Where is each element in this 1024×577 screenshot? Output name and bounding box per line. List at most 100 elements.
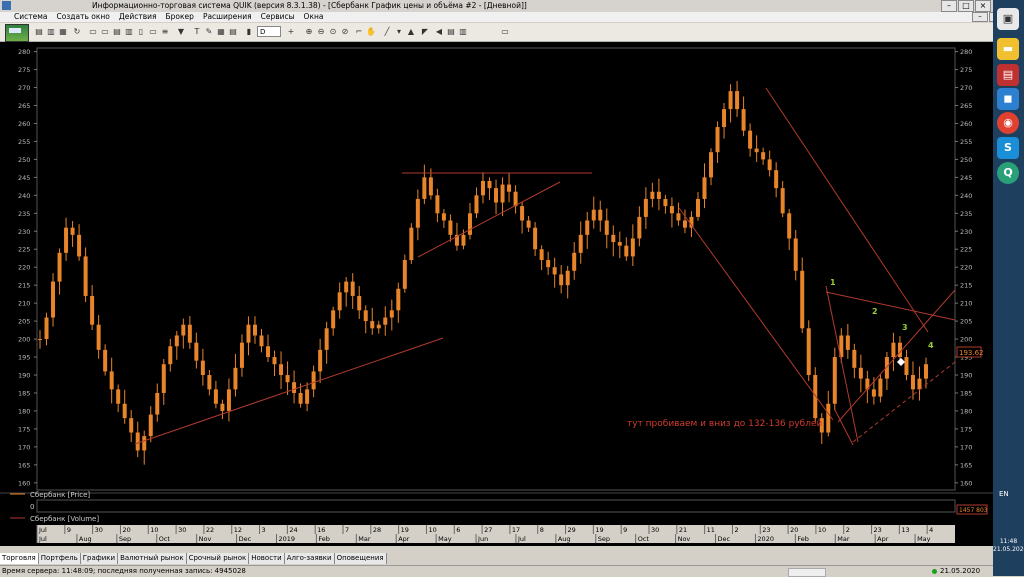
copy-icon[interactable]: ▥ — [46, 26, 56, 37]
tab-charts[interactable]: Графики — [80, 553, 119, 564]
candle-body — [174, 335, 179, 347]
line-tool-icon[interactable]: ╱ — [382, 26, 392, 37]
candle-body — [793, 238, 798, 271]
taskbar-app-red-icon[interactable]: ▤ — [997, 64, 1019, 86]
mdi-minimize-button[interactable]: – — [972, 12, 988, 22]
taskbar-app-icon[interactable]: ▣ — [997, 8, 1019, 30]
x-axis-day-label: 7 — [345, 526, 349, 534]
candle-body — [415, 198, 420, 228]
x-axis-day-label: 22 — [206, 526, 214, 534]
channel-tool-icon[interactable]: ▲ — [406, 26, 416, 37]
menu-actions[interactable]: Действия — [119, 12, 157, 22]
minimize-button[interactable]: – — [941, 0, 957, 12]
menu-windows[interactable]: Окна — [304, 12, 324, 22]
zoom-in-icon[interactable]: ⊕ — [304, 26, 314, 37]
x-axis-month-label: May — [917, 535, 931, 543]
menu-bar: Система Создать окно Действия Брокер Рас… — [0, 12, 993, 22]
candle-body — [728, 91, 733, 110]
table-icon[interactable]: ▤ — [112, 26, 122, 37]
menu-services[interactable]: Сервисы — [261, 12, 295, 22]
taskbar-quik-icon[interactable]: ◼ — [997, 88, 1019, 110]
ruler-icon[interactable]: ⌐ — [354, 26, 364, 37]
interval-select[interactable]: D — [257, 26, 281, 37]
close-button[interactable]: × — [975, 0, 991, 12]
zoom-reset-icon[interactable]: ⊘ — [340, 26, 350, 37]
taskbar-explorer-icon[interactable]: ▬ — [997, 38, 1019, 60]
x-axis-month-label: Jul — [38, 535, 47, 543]
taskbar-clock[interactable]: 11:48 21.05.2020 — [993, 538, 1024, 554]
tab-news[interactable]: Новости — [249, 553, 285, 564]
price-volume-chart[interactable]: 280 280275 275270 270265 265260 260255 255250 2… — [0, 42, 993, 546]
pan-icon[interactable]: ✋ — [366, 26, 376, 37]
y-tick-label-left: 185 — [18, 389, 30, 397]
list-icon[interactable]: ≡ — [160, 26, 170, 37]
candle-body — [142, 436, 147, 451]
tab-algo-orders[interactable]: Алго-заявки — [284, 553, 335, 564]
candle-body — [422, 177, 427, 199]
chart-icon[interactable]: ▭ — [148, 26, 158, 37]
menu-extensions[interactable]: Расширения — [203, 12, 252, 22]
y-tick-label-left: 170 — [18, 443, 30, 451]
orders-icon[interactable]: ▤ — [228, 26, 238, 37]
template-icon[interactable]: ▭ — [500, 26, 510, 37]
tab-portfolio[interactable]: Портфель — [38, 553, 81, 564]
zoom-out-icon[interactable]: ⊖ — [316, 26, 326, 37]
menu-system[interactable]: Система — [14, 12, 47, 22]
tab-trading[interactable]: Торговля — [0, 553, 39, 564]
label-tool-icon[interactable]: ◤ — [420, 26, 430, 37]
candle-body — [852, 349, 857, 368]
x-axis-month-label: Jun — [477, 535, 488, 543]
y-tick-label-left: 270 — [18, 84, 30, 92]
candle-body — [350, 281, 355, 296]
grid-icon[interactable]: ▦ — [58, 26, 68, 37]
x-axis-day-label: 30 — [95, 526, 103, 534]
taskbar-q-app-icon[interactable]: Q — [997, 162, 1019, 184]
y-tick-label-right: 265 — [960, 102, 972, 110]
chart-bars-icon[interactable]: ▮ — [244, 26, 254, 37]
candle-body — [168, 346, 173, 365]
menu-new-window[interactable]: Создать окно — [56, 12, 109, 22]
window-icon[interactable]: ▭ — [88, 26, 98, 37]
taskbar-skype-icon[interactable]: S — [997, 137, 1019, 159]
crosshair-icon[interactable]: + — [286, 26, 296, 37]
document-icon[interactable]: ▯ — [136, 26, 146, 37]
columns-icon[interactable]: ▥ — [124, 26, 134, 37]
y-tick-label-left: 210 — [18, 300, 30, 308]
text-icon[interactable]: T — [192, 26, 202, 37]
tab-currency-market[interactable]: Валютный рынок — [118, 553, 187, 564]
print-icon[interactable]: ▤ — [34, 26, 44, 37]
window-list-icon[interactable]: ▭ — [100, 26, 110, 37]
tools-icon[interactable]: ✎ — [204, 26, 214, 37]
table-settings-icon[interactable]: ▦ — [216, 26, 226, 37]
tab-derivatives-market[interactable]: Срочный рынок — [186, 553, 250, 564]
tab-alerts[interactable]: Оповещения — [334, 553, 387, 564]
chart-area[interactable]: 280 280 275 275 270 270 265 265 260 260 255 255 250 2… — [0, 42, 993, 546]
layers-icon[interactable]: ▤ — [446, 26, 456, 37]
settings-icon[interactable]: ▥ — [458, 26, 468, 37]
x-axis-month-label: Aug — [79, 535, 92, 543]
candle-body — [767, 159, 772, 171]
candle-body — [702, 177, 707, 199]
x-axis-day-label: 2 — [846, 526, 850, 534]
y-tick-label-right: 160 — [960, 479, 972, 487]
x-axis-day-label: 30 — [651, 526, 659, 534]
refresh-icon[interactable]: ↻ — [72, 26, 82, 37]
menu-broker[interactable]: Брокер — [166, 12, 194, 22]
x-axis-month-label: Aug — [558, 535, 571, 543]
window-title: Информационно-торговая система QUIK (вер… — [92, 1, 527, 10]
x-axis-month-label: Dec — [718, 535, 731, 543]
candle-body — [826, 403, 831, 433]
chart-toolbar: ▤ ▥ ▦ ↻ ▭ ▭ ▤ ▥ ▯ ▭ ≡ ▼ T ✎ ▦ ▤ ▮ D + ⊕ … — [0, 23, 993, 42]
taskbar-time: 11:48 — [999, 538, 1018, 545]
taskbar-chrome-icon[interactable]: ◉ — [997, 112, 1019, 134]
line-tool-dropdown-icon[interactable]: ▾ — [394, 26, 404, 37]
taskbar-language[interactable]: EN — [999, 490, 1009, 498]
pointer-tool-icon[interactable]: ◀ — [434, 26, 444, 37]
y-tick-label-left: 275 — [18, 66, 30, 74]
candle-body — [409, 227, 414, 261]
x-axis-day-label: 10 — [150, 526, 158, 534]
maximize-button[interactable]: □ — [958, 0, 974, 12]
zoom-fit-icon[interactable]: ⊙ — [328, 26, 338, 37]
x-axis-month-label: Apr — [877, 535, 889, 543]
filter-icon[interactable]: ▼ — [176, 26, 186, 37]
